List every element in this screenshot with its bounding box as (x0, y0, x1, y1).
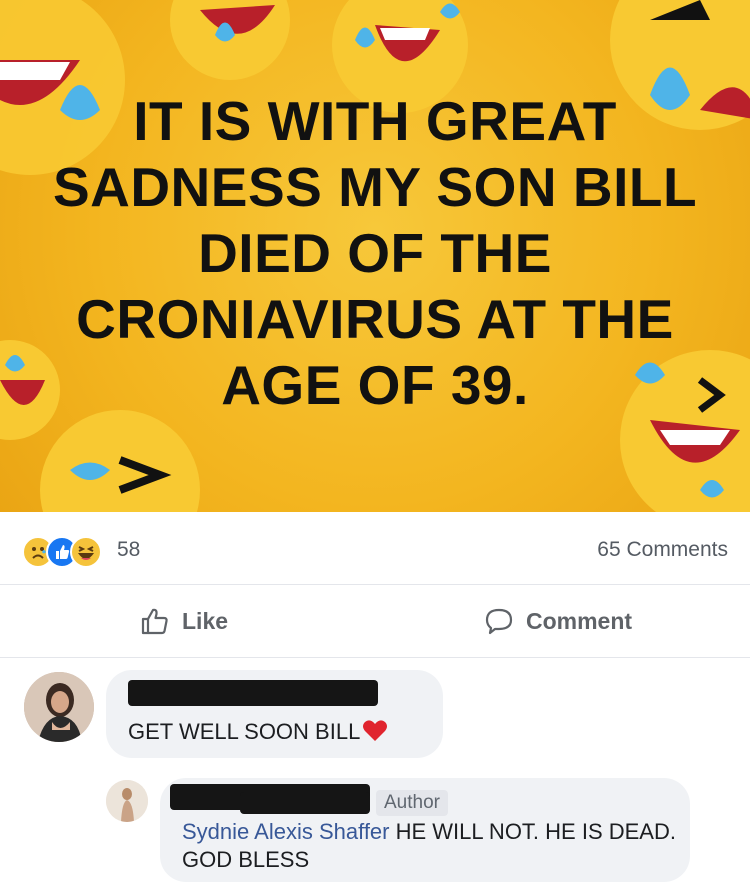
headline-line: IT IS WITH GREAT (133, 90, 617, 152)
post-image[interactable]: IT IS WITH GREAT SADNESS MY SON BILL DIE… (0, 0, 750, 512)
post-stats-bar: 58 65 Comments (0, 512, 750, 585)
post-image-headline: IT IS WITH GREAT SADNESS MY SON BILL DIE… (50, 88, 700, 418)
mentioned-user-link[interactable]: Sydnie Alexis Shaffer (182, 819, 390, 844)
haha-reaction-icon (70, 536, 102, 568)
headline-line: DIED OF THE (198, 222, 552, 284)
commenter-avatar[interactable] (24, 672, 94, 742)
comments-count[interactable]: 65 Comments (597, 538, 728, 562)
comment-button[interactable]: Comment (484, 605, 632, 637)
headline-line: CRONIAVIRUS AT THE (76, 288, 674, 350)
author-badge: Author (376, 790, 448, 816)
comment-body: GET WELL SOON BILL (128, 719, 361, 744)
redacted-author-name (240, 792, 370, 814)
like-button-label: Like (182, 607, 229, 634)
headline-line: AGE OF 39. (221, 354, 529, 416)
thumbs-up-icon (141, 608, 168, 635)
comment-text: GET WELL SOON BILL (128, 718, 388, 748)
headline-line: SADNESS MY SON BILL (52, 156, 698, 218)
comment-bubble-icon (485, 608, 513, 635)
like-button[interactable]: Like (140, 605, 228, 637)
reply-text: Sydnie Alexis Shaffer HE WILL NOT. HE IS… (182, 818, 682, 874)
reaction-count[interactable]: 58 (117, 538, 140, 562)
comment-button-label: Comment (526, 607, 633, 634)
author-avatar[interactable] (106, 780, 148, 822)
profile-photo (106, 780, 148, 822)
red-heart-icon (362, 718, 388, 748)
post-actions-bar: Like Comment (0, 585, 750, 658)
redacted-commenter-name (128, 680, 378, 706)
profile-photo (24, 672, 94, 742)
